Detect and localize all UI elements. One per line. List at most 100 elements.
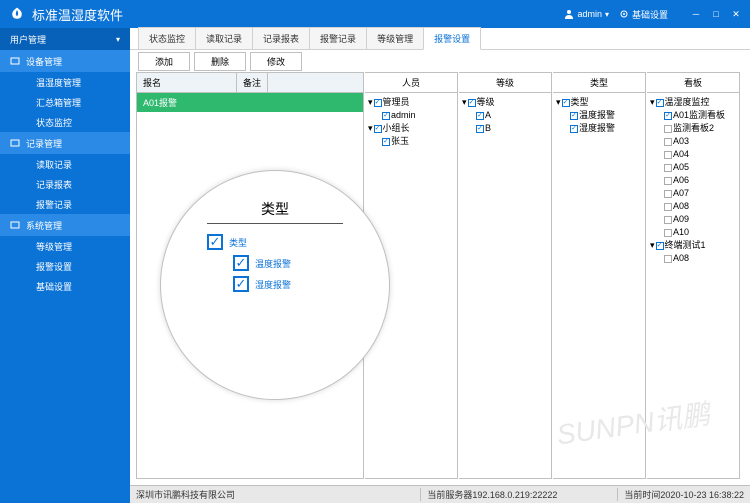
checkbox-icon: [664, 112, 672, 120]
expand-icon: ▾: [368, 96, 373, 109]
table-row[interactable]: A01报警: [137, 93, 363, 112]
checkbox-icon: [207, 234, 223, 250]
expand-icon: ▾: [462, 96, 467, 109]
tree-node[interactable]: ▾类型: [556, 96, 642, 109]
lens-item[interactable]: 类型: [207, 234, 343, 250]
checkbox-icon: [664, 177, 672, 185]
checkbox-icon: [570, 125, 578, 133]
footer-server: 当前服务器192.168.0.219:22222: [420, 488, 617, 501]
tab[interactable]: 记录报表: [252, 27, 310, 49]
checkbox-icon: [476, 125, 484, 133]
lens-item[interactable]: 湿度报警: [207, 276, 343, 292]
checkbox-icon: [382, 138, 390, 146]
statusbar: 深圳市讯鹏科技有限公司 当前服务器192.168.0.219:22222 当前时…: [130, 485, 750, 503]
tree-node[interactable]: A01监测看板: [650, 109, 736, 122]
tree-column: 等级 ▾等级AB: [459, 72, 552, 479]
sidebar-item[interactable]: 汇总箱管理: [0, 92, 130, 112]
tab[interactable]: 报警记录: [309, 27, 367, 49]
checkbox-icon: [664, 255, 672, 263]
checkbox-icon: [374, 125, 382, 133]
sidebar: 用户管理▾ 设备管理温湿度管理汇总箱管理状态监控记录管理读取记录记录报表报警记录…: [0, 28, 130, 503]
tree-node[interactable]: A04: [650, 148, 736, 161]
expand-icon: ▾: [556, 96, 561, 109]
sidebar-item[interactable]: 基础设置: [0, 276, 130, 296]
footer-time: 当前时间2020-10-23 16:38:22: [617, 488, 750, 501]
cube-icon: [10, 220, 20, 230]
magnifier-overlay: 类型 类型 温度报警 湿度报警: [160, 170, 390, 400]
checkbox-icon: [382, 112, 390, 120]
titlebar: 标准温湿度软件 admin▾ 基础设置 ─ □ ✕: [0, 0, 750, 28]
sidebar-item[interactable]: 报警记录: [0, 194, 130, 214]
checkbox-icon: [664, 164, 672, 172]
minimize-icon[interactable]: ─: [690, 9, 702, 20]
sidebar-category[interactable]: 设备管理: [0, 50, 130, 72]
tab[interactable]: 等级管理: [366, 27, 424, 49]
column-header: 等级: [459, 73, 551, 93]
tree-node[interactable]: ▾管理员: [368, 96, 454, 109]
modify-button[interactable]: 修改: [250, 52, 302, 71]
tree-node[interactable]: A03: [650, 135, 736, 148]
sidebar-header[interactable]: 用户管理▾: [0, 28, 130, 50]
add-button[interactable]: 添加: [138, 52, 190, 71]
checkbox-icon: [374, 99, 382, 107]
column-header: 类型: [553, 73, 645, 93]
expand-icon: ▾: [650, 96, 655, 109]
checkbox-icon: [664, 125, 672, 133]
tree-node[interactable]: 监测看板2: [650, 122, 736, 135]
tree-node[interactable]: A09: [650, 213, 736, 226]
tree-node[interactable]: A05: [650, 161, 736, 174]
tree-node[interactable]: ▾终端测试1: [650, 239, 736, 252]
sidebar-item[interactable]: 报警设置: [0, 256, 130, 276]
tree-node[interactable]: admin: [368, 109, 454, 122]
checkbox-icon: [664, 138, 672, 146]
sidebar-category[interactable]: 系统管理: [0, 214, 130, 236]
close-icon[interactable]: ✕: [730, 9, 742, 20]
tree-node[interactable]: A: [462, 109, 548, 122]
tab[interactable]: 状态监控: [138, 27, 196, 49]
app-title: 标准温湿度软件: [32, 5, 564, 24]
checkbox-icon: [664, 216, 672, 224]
checkbox-icon: [664, 229, 672, 237]
folder-icon: [10, 138, 20, 148]
tree-node[interactable]: A08: [650, 200, 736, 213]
tree-node[interactable]: 张玉: [368, 135, 454, 148]
lens-header: 类型: [207, 199, 343, 224]
checkbox-icon: [233, 255, 249, 271]
tab-bar: 状态监控读取记录记录报表报警记录等级管理报警设置: [130, 28, 750, 50]
tree-column: 看板▾温湿度监控A01监测看板监测看板2A03A04A05A06A07A08A0…: [647, 72, 740, 479]
tree-node[interactable]: A10: [650, 226, 736, 239]
tree-node[interactable]: ▾小组长: [368, 122, 454, 135]
monitor-icon: [10, 56, 20, 66]
sidebar-item[interactable]: 记录报表: [0, 174, 130, 194]
tree-node[interactable]: ▾温湿度监控: [650, 96, 736, 109]
col-header-note: 备注: [237, 73, 268, 92]
toolbar: 添加 删除 修改: [130, 50, 750, 72]
tab[interactable]: 报警设置: [423, 27, 481, 50]
sidebar-item[interactable]: 等级管理: [0, 236, 130, 256]
column-header: 看板: [647, 73, 739, 93]
app-logo-icon: [8, 5, 26, 23]
tree-node[interactable]: A07: [650, 187, 736, 200]
checkbox-icon: [570, 112, 578, 120]
sidebar-item[interactable]: 温湿度管理: [0, 72, 130, 92]
user-menu[interactable]: admin▾: [564, 9, 609, 19]
tree-node[interactable]: 温度报警: [556, 109, 642, 122]
tree-node[interactable]: B: [462, 122, 548, 135]
grid-header: 报名 备注: [137, 73, 363, 93]
tree-node[interactable]: A06: [650, 174, 736, 187]
checkbox-icon: [476, 112, 484, 120]
checkbox-icon: [562, 99, 570, 107]
tab[interactable]: 读取记录: [195, 27, 253, 49]
checkbox-icon: [233, 276, 249, 292]
tree-node[interactable]: ▾等级: [462, 96, 548, 109]
sidebar-category[interactable]: 记录管理: [0, 132, 130, 154]
sidebar-item[interactable]: 读取记录: [0, 154, 130, 174]
delete-button[interactable]: 删除: [194, 52, 246, 71]
settings-menu[interactable]: 基础设置: [619, 8, 668, 21]
sidebar-item[interactable]: 状态监控: [0, 112, 130, 132]
tree-node[interactable]: 湿度报警: [556, 122, 642, 135]
lens-item[interactable]: 温度报警: [207, 255, 343, 271]
checkbox-icon: [664, 190, 672, 198]
maximize-icon[interactable]: □: [710, 9, 722, 20]
tree-node[interactable]: A08: [650, 252, 736, 265]
